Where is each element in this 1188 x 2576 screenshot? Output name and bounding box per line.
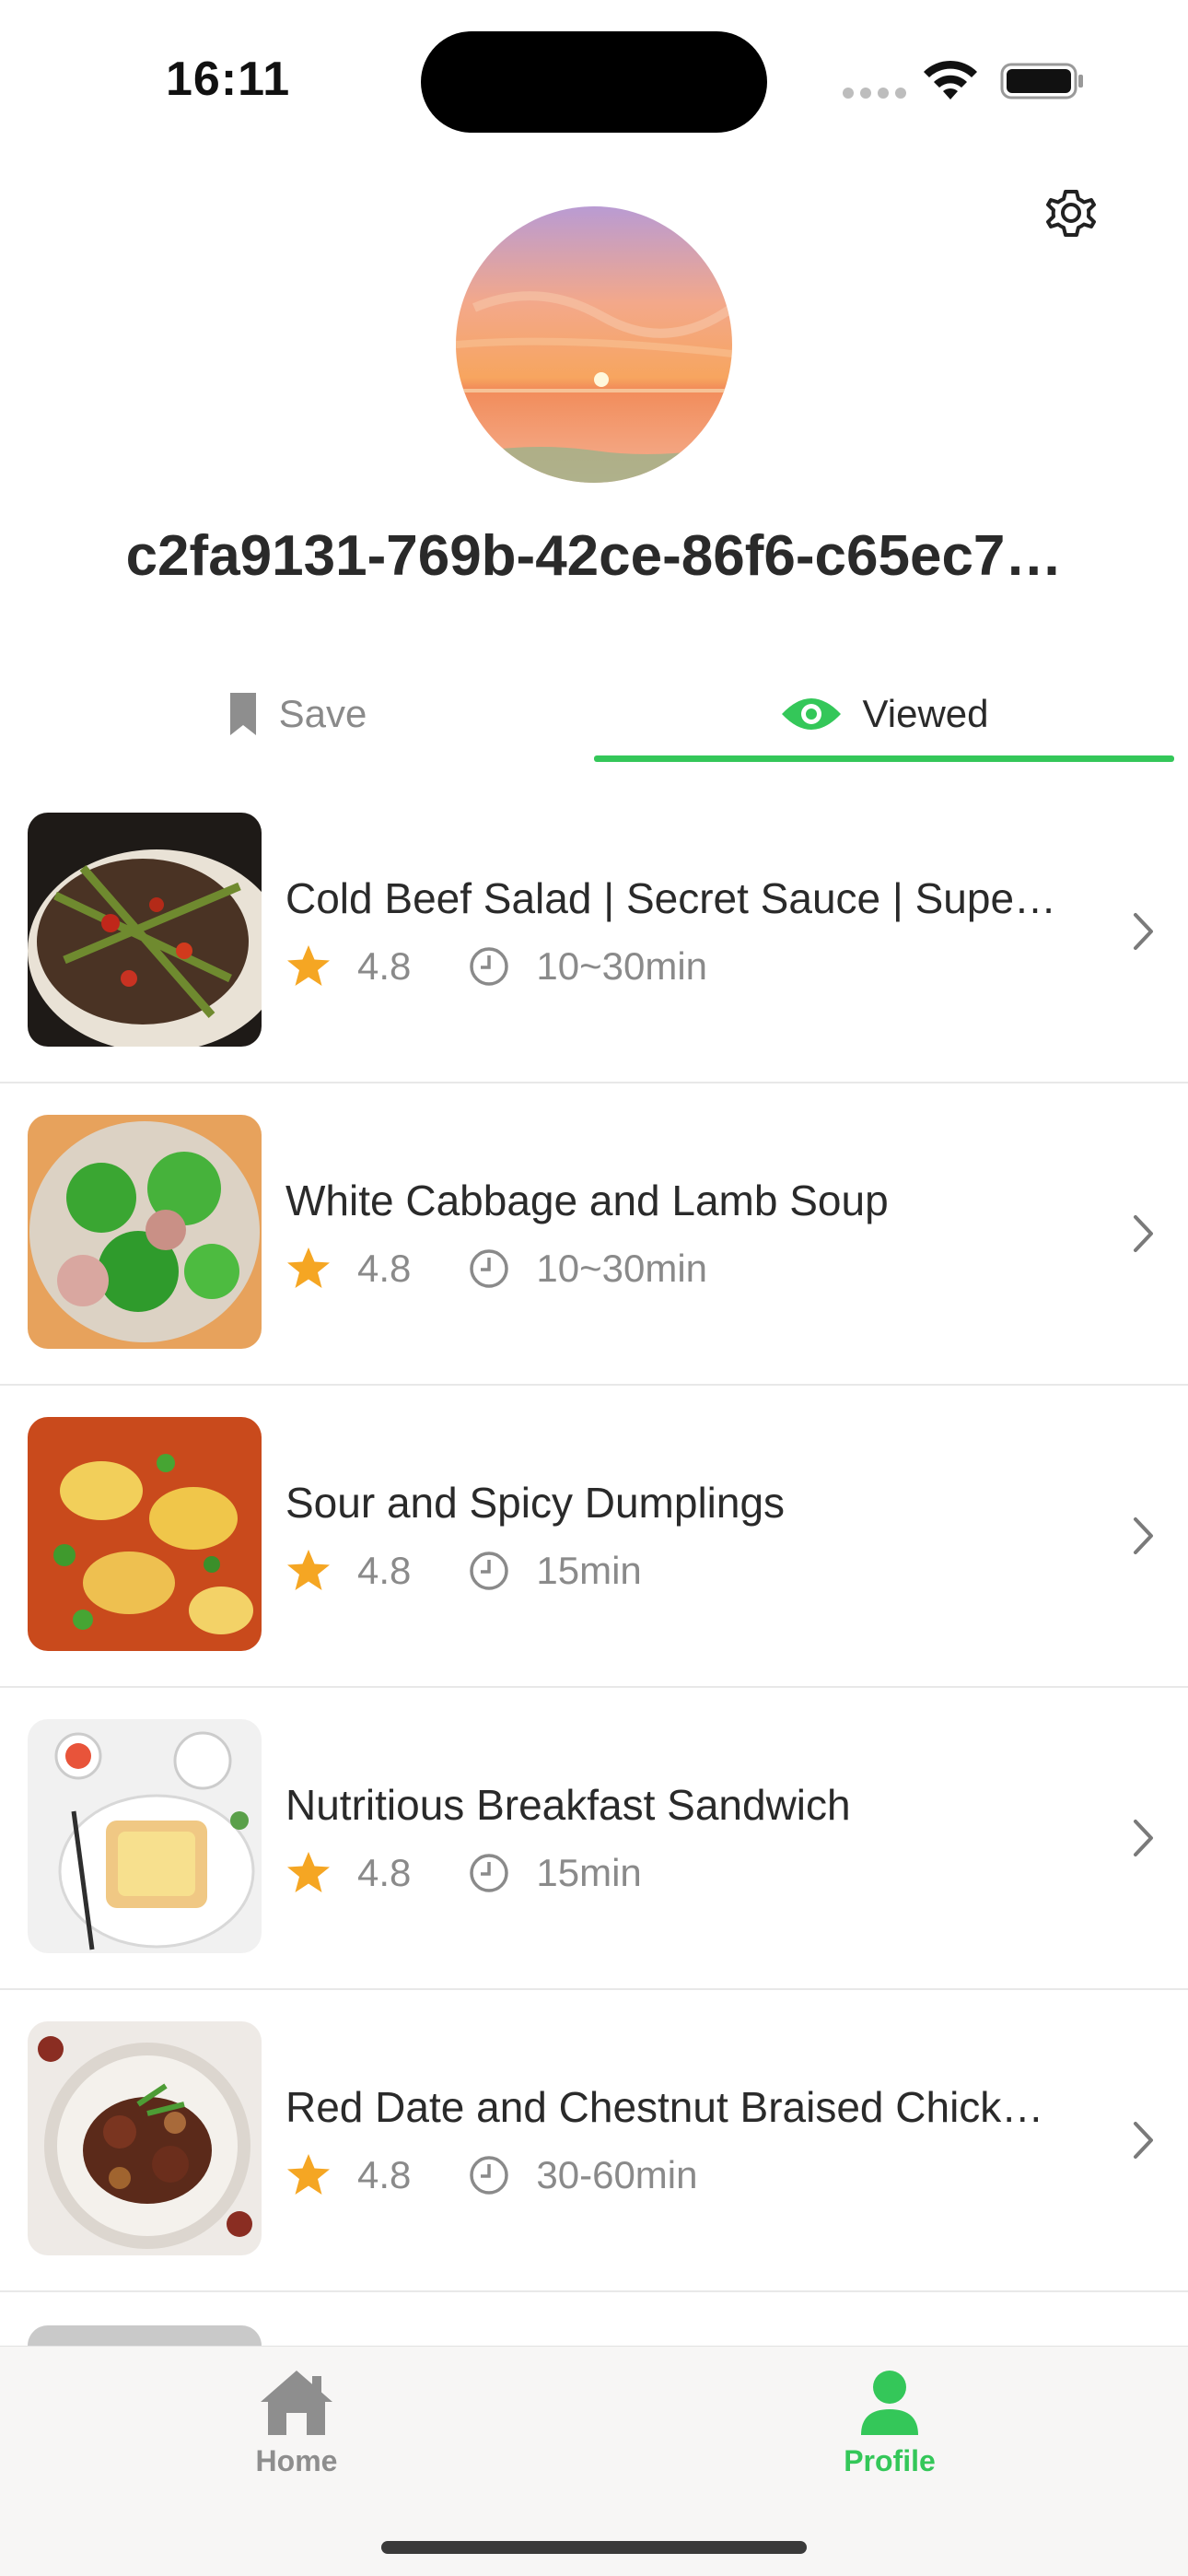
star-icon — [287, 2154, 330, 2195]
status-time: 16:11 — [166, 53, 291, 106]
viewed-recipe-list: Cold Beef Salad | Secret Sauce | Supe… 4… — [0, 781, 1188, 2292]
recipe-thumbnail — [28, 813, 262, 1047]
tab-home-label: Home — [255, 2444, 338, 2477]
list-item[interactable]: Sour and Spicy Dumplings 4.8 15min — [0, 1386, 1188, 1688]
recipe-time: 30-60min — [536, 2153, 698, 2196]
tab-save[interactable]: Save — [0, 663, 594, 765]
recipe-thumbnail — [28, 1417, 262, 1651]
list-item[interactable]: Nutritious Breakfast Sandwich 4.8 15min — [0, 1688, 1188, 1990]
eye-icon — [781, 698, 841, 730]
recipe-title: Cold Beef Salad | Secret Sauce | Supe… — [285, 874, 1057, 922]
list-item[interactable]: Cold Beef Salad | Secret Sauce | Supe… 4… — [0, 781, 1188, 1083]
tab-viewed-label: Viewed — [862, 692, 989, 735]
person-icon — [861, 2371, 918, 2435]
home-indicator — [381, 2541, 807, 2554]
star-icon — [287, 945, 330, 986]
dynamic-island — [421, 31, 767, 133]
tab-home[interactable]: Home — [204, 2365, 389, 2478]
chevron-right-icon — [1134, 1820, 1153, 1856]
recipe-meta: 4.8 15min — [285, 1548, 642, 1594]
recipe-meta: 4.8 10~30min — [285, 943, 707, 989]
recipe-title: Nutritious Breakfast Sandwich — [285, 1781, 851, 1829]
recipe-rating: 4.8 — [357, 1247, 412, 1290]
tab-profile[interactable]: Profile — [798, 2365, 982, 2478]
recipe-thumbnail — [28, 1115, 262, 1349]
recipe-meta: 4.8 10~30min — [285, 1246, 707, 1292]
star-icon — [287, 1852, 330, 1892]
bookmark-icon — [229, 693, 256, 735]
recipe-rating: 4.8 — [357, 944, 412, 988]
tab-selected-indicator — [594, 755, 1174, 762]
chevron-right-icon — [1134, 1215, 1153, 1252]
chevron-right-icon — [1134, 2122, 1153, 2159]
cellular-signal-icon — [843, 87, 913, 103]
recipe-title: White Cabbage and Lamb Soup — [285, 1177, 889, 1224]
recipe-thumbnail — [28, 1719, 262, 1953]
profile-tabs: Save Viewed — [0, 663, 1188, 765]
list-item[interactable]: Red Date and Chestnut Braised Chick… 4.8… — [0, 1990, 1188, 2292]
recipe-rating: 4.8 — [357, 2153, 412, 2196]
clock-icon — [470, 1854, 509, 1892]
username: c2fa9131-769b-42ce-86f6-c65ec7… — [125, 524, 1063, 588]
chevron-right-icon — [1134, 913, 1153, 950]
recipe-title: Red Date and Chestnut Braised Chick… — [285, 2083, 1044, 2131]
home-icon — [261, 2371, 332, 2435]
recipe-rating: 4.8 — [357, 1851, 412, 1894]
clock-icon — [470, 1551, 509, 1590]
clock-icon — [470, 947, 509, 986]
recipe-meta: 4.8 30-60min — [285, 2152, 698, 2198]
recipe-thumbnail — [28, 2021, 262, 2255]
clock-icon — [470, 1249, 509, 1288]
recipe-time: 10~30min — [536, 1247, 708, 1290]
recipe-time: 10~30min — [536, 944, 708, 988]
tab-viewed[interactable]: Viewed — [594, 663, 1174, 765]
recipe-title: Sour and Spicy Dumplings — [285, 1479, 786, 1527]
recipe-rating: 4.8 — [357, 1549, 412, 1592]
avatar[interactable] — [456, 206, 732, 483]
status-bar: 16:11 — [0, 0, 1188, 157]
list-item[interactable]: White Cabbage and Lamb Soup 4.8 10~30min — [0, 1083, 1188, 1386]
wifi-icon — [924, 60, 977, 100]
recipe-time: 15min — [536, 1549, 642, 1592]
clock-icon — [470, 2156, 509, 2195]
tab-profile-label: Profile — [844, 2444, 936, 2477]
avatar-sunset-image — [456, 206, 732, 483]
battery-icon — [1000, 63, 1083, 100]
recipe-meta: 4.8 15min — [285, 1850, 642, 1896]
star-icon — [287, 1550, 330, 1590]
gear-icon[interactable] — [1039, 181, 1103, 245]
star-icon — [287, 1247, 330, 1288]
recipe-time: 15min — [536, 1851, 642, 1894]
tab-save-label: Save — [278, 692, 367, 735]
chevron-right-icon — [1134, 1517, 1153, 1554]
